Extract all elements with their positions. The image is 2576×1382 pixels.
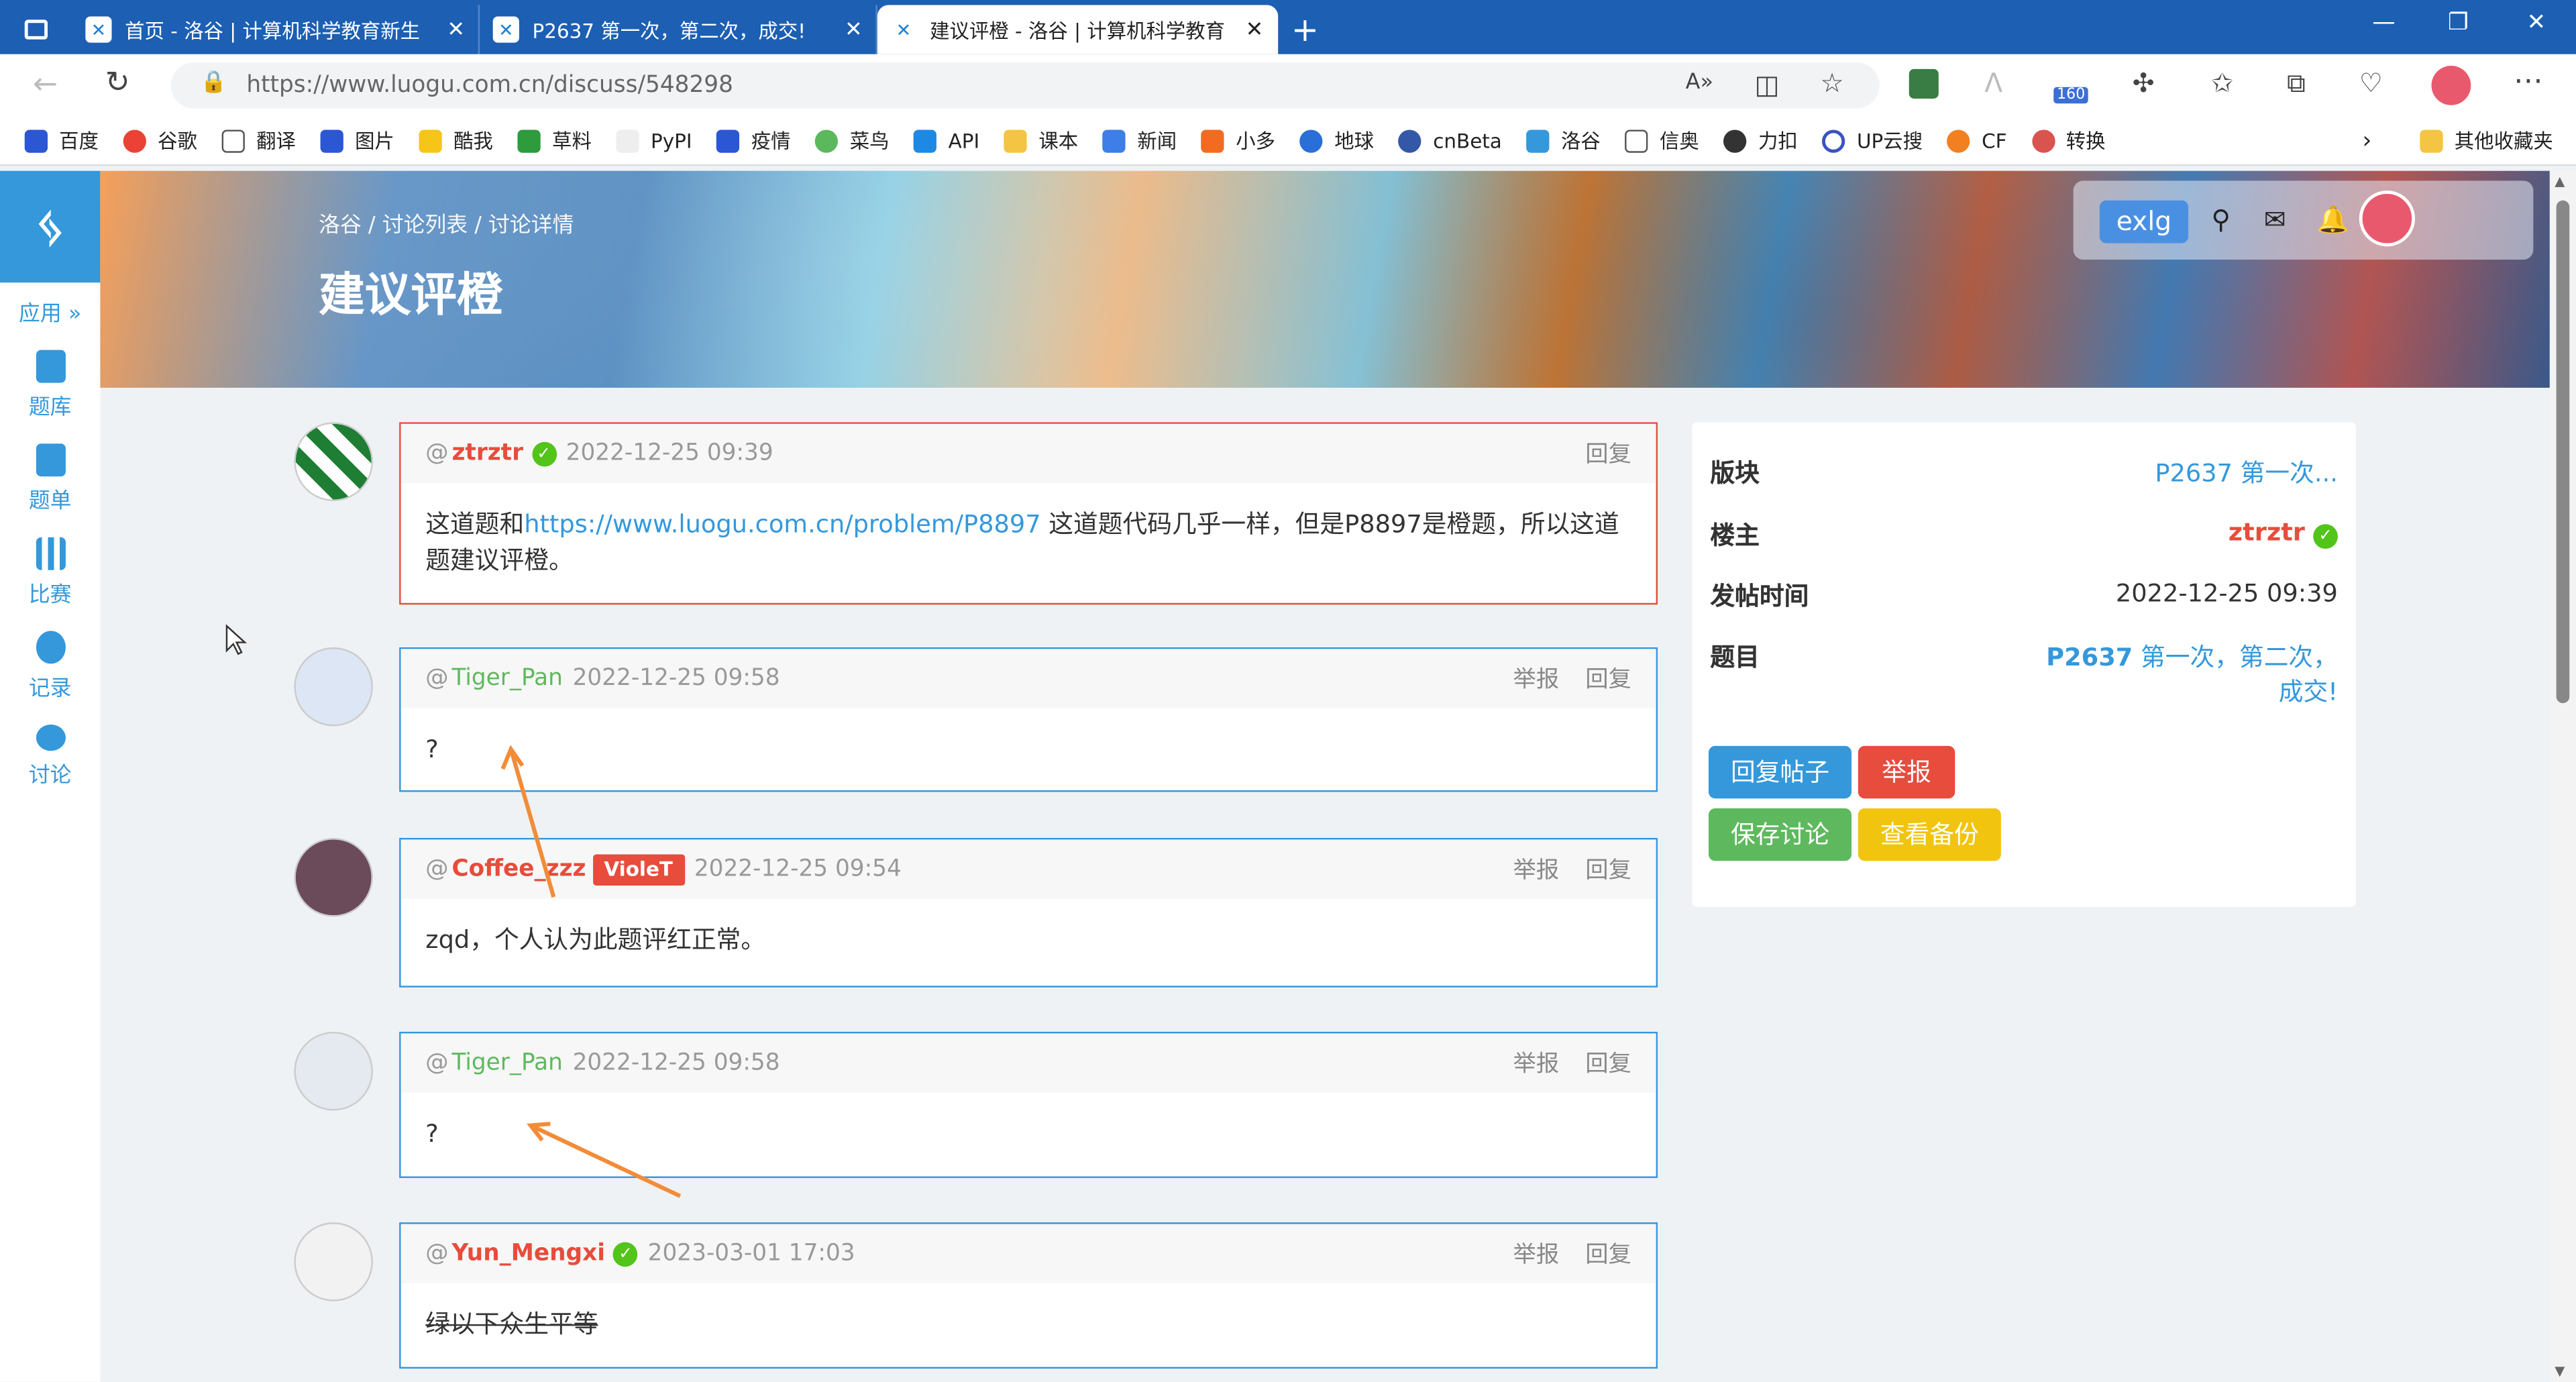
- report-post-button[interactable]: 举报: [1858, 745, 1955, 799]
- post-time-value: 2022-12-25 09:39: [2115, 578, 2338, 608]
- view-backup-button[interactable]: 查看备份: [1858, 808, 2001, 861]
- scroll-down-icon[interactable]: ▼: [2555, 1364, 2565, 1379]
- info-label: 题目: [1710, 642, 1760, 672]
- discussion-info-card: 版块 P2637 第一次... 楼主 ztrztr ✓ 发帖时间 2022-12-25 …: [1692, 422, 2356, 907]
- reply-post-button[interactable]: 回复帖子: [1708, 745, 1852, 799]
- info-label: 楼主: [1710, 521, 1760, 551]
- annotation-arrow: [508, 748, 556, 898]
- problem-link[interactable]: P2637 第一次，第二次，成交!: [2026, 639, 2338, 708]
- verified-check-icon: ✓: [2313, 524, 2338, 549]
- info-label: 版块: [1710, 458, 1760, 488]
- info-row-problem: 题目 P2637 第一次，第二次，成交!: [1710, 639, 2338, 708]
- annotation-arrow: [529, 1123, 682, 1198]
- owner-link[interactable]: ztrztr ✓: [2229, 517, 2338, 551]
- scroll-up-icon[interactable]: ▲: [2555, 174, 2565, 189]
- mouse-cursor-icon: [225, 624, 248, 655]
- board-link[interactable]: P2637 第一次...: [2155, 455, 2338, 489]
- info-row-time: 发帖时间 2022-12-25 09:39: [1710, 578, 2338, 613]
- problem-id[interactable]: P2637: [2046, 643, 2133, 672]
- save-discussion-button[interactable]: 保存讨论: [1708, 808, 1852, 861]
- info-row-owner: 楼主 ztrztr ✓: [1710, 517, 2338, 551]
- info-row-board: 版块 P2637 第一次...: [1710, 455, 2338, 489]
- scrollbar-thumb[interactable]: [2556, 200, 2570, 704]
- page-scrollbar[interactable]: ▲ ▼: [2549, 170, 2576, 1382]
- owner-name[interactable]: ztrztr: [2229, 517, 2305, 547]
- info-label: 发帖时间: [1710, 581, 1809, 612]
- problem-title[interactable]: 第一次，第二次，成交!: [2133, 643, 2338, 707]
